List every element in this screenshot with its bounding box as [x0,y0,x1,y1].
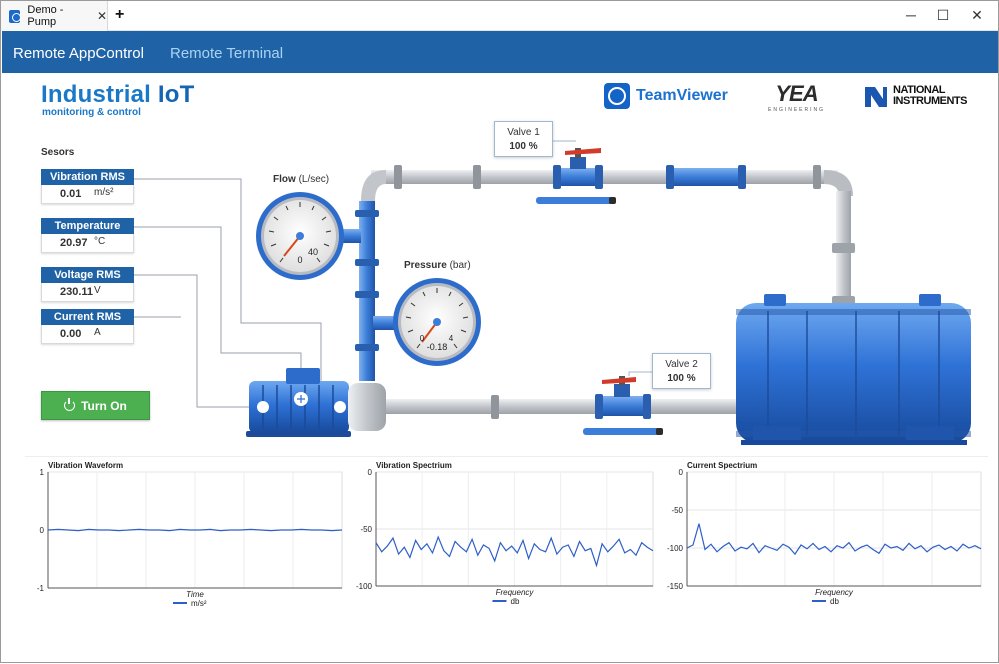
current-spectrum-y-tick-label: -50 [671,506,683,515]
current-spectrum-y-tick-label: 0 [679,468,684,477]
current-spectrum-y-tick-label: -100 [667,544,684,553]
vibration-waveform-legend-label: m/s² [191,599,207,608]
current-spectrum-x-axis-label: Frequency [815,588,854,597]
current-spectrum-legend-label: db [830,597,839,606]
vibration-spectrum-legend-label: db [511,597,520,606]
vibration-spectrum-x-axis-label: Frequency [496,588,535,597]
vibration-waveform-y-tick-label: 0 [40,526,45,535]
vibration-waveform-x-axis-label: Time [186,590,204,599]
vibration-spectrum-y-tick-label: 0 [368,468,373,477]
vibration-waveform-y-tick-label: 1 [40,468,45,477]
vibration-spectrum-y-tick-label: -100 [356,582,373,591]
vibration-waveform-y-tick-label: -1 [37,584,45,593]
charts-area: 10-1m/s²Time0-50-100dbFrequency0-50-100-… [37,468,982,608]
current-spectrum-y-tick-label: -150 [667,582,684,591]
vibration-spectrum-y-tick-label: -50 [360,525,372,534]
app-window: Demo - Pump ✕ + ─ ☐ ✕ Remote AppControl … [0,0,999,663]
